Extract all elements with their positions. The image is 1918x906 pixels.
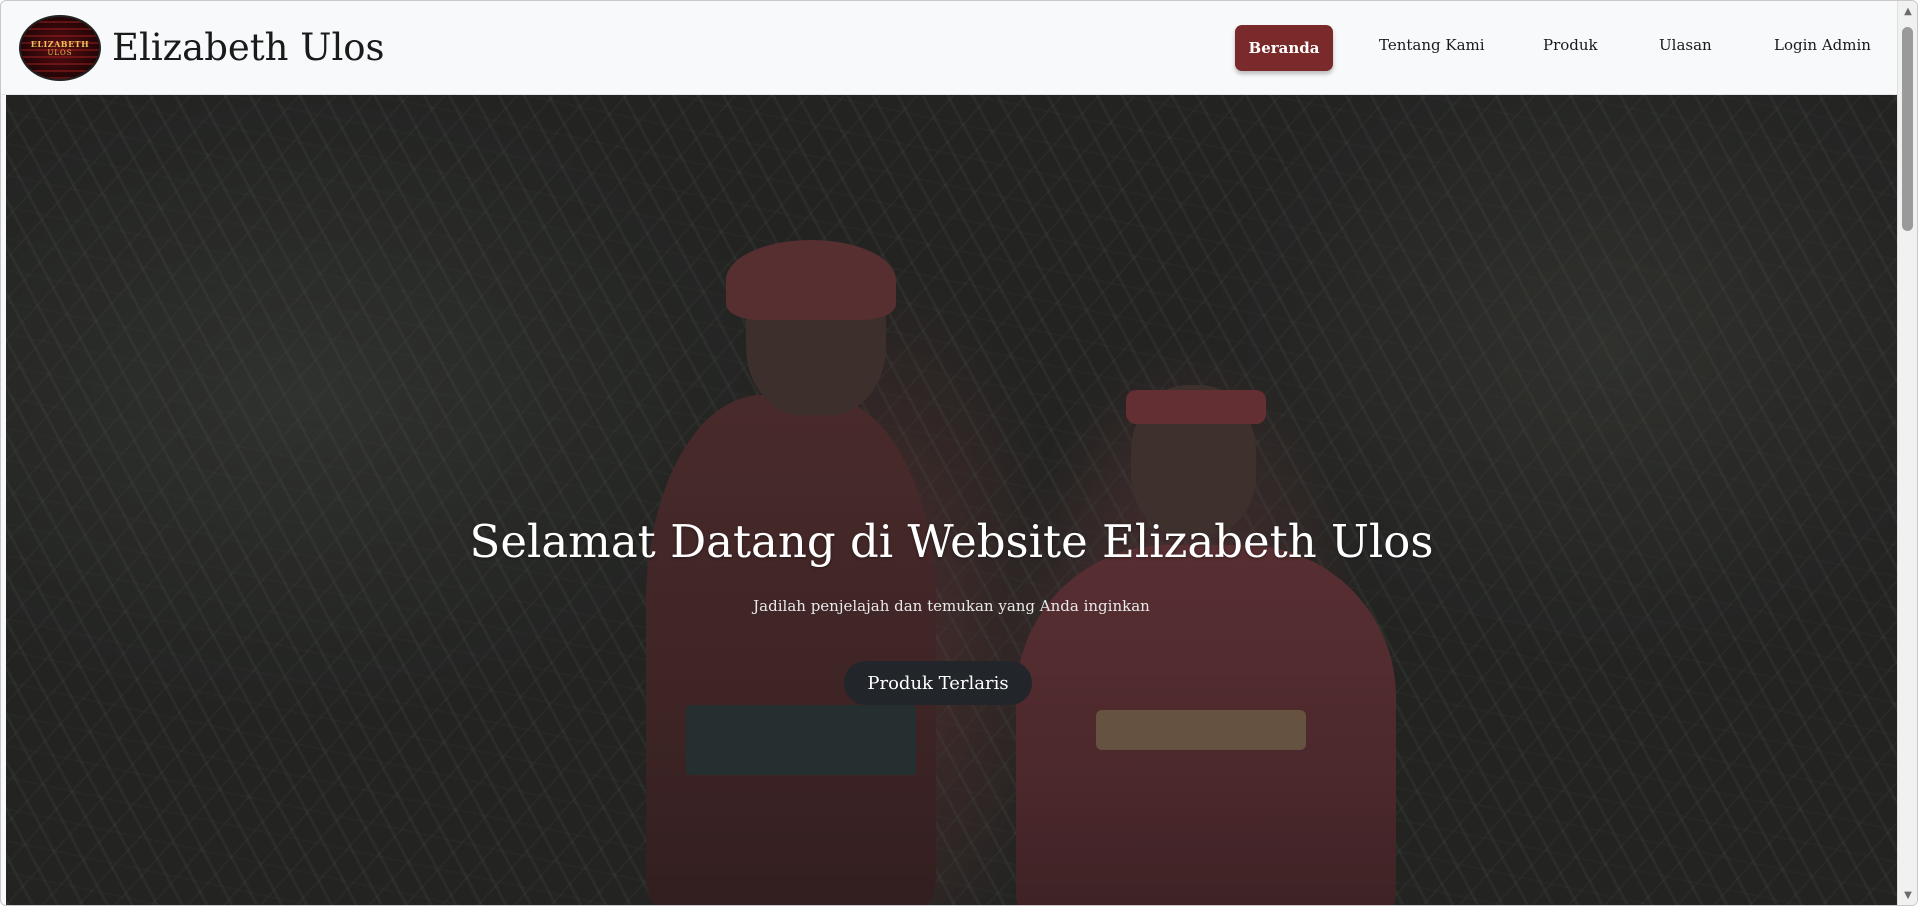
page-scrollbar[interactable]: ▲ ▼ (1897, 1, 1917, 905)
hero-subtitle: Jadilah penjelajah dan temukan yang Anda… (753, 597, 1150, 615)
logo[interactable]: ELIZABETH ULOS (19, 14, 101, 81)
produk-terlaris-button[interactable]: Produk Terlaris (844, 661, 1032, 705)
nav-item-login-admin[interactable]: Login Admin (1774, 36, 1871, 54)
nav-item-tentang-kami[interactable]: Tentang Kami (1379, 36, 1485, 54)
logo-text-line1: ELIZABETH (30, 38, 90, 49)
nav-item-beranda[interactable]: Beranda (1235, 25, 1333, 71)
logo-text-line2: ULOS (47, 48, 73, 57)
scrollbar-thumb[interactable] (1902, 27, 1913, 231)
hero-overlay (6, 95, 1897, 905)
scroll-down-arrow-icon[interactable]: ▼ (1898, 887, 1917, 903)
nav-item-produk[interactable]: Produk (1543, 36, 1598, 54)
navbar: ELIZABETH ULOS Elizabeth Ulos Beranda Te… (1, 1, 1897, 95)
hero-title: Selamat Datang di Website Elizabeth Ulos (469, 515, 1434, 568)
nav-item-ulasan[interactable]: Ulasan (1659, 36, 1712, 54)
hero-section: Selamat Datang di Website Elizabeth Ulos… (6, 95, 1897, 905)
scroll-up-arrow-icon[interactable]: ▲ (1898, 3, 1917, 19)
brand-name[interactable]: Elizabeth Ulos (112, 26, 385, 69)
brand[interactable]: ELIZABETH ULOS Elizabeth Ulos (19, 14, 385, 81)
page: ELIZABETH ULOS Elizabeth Ulos Beranda Te… (0, 0, 1918, 906)
